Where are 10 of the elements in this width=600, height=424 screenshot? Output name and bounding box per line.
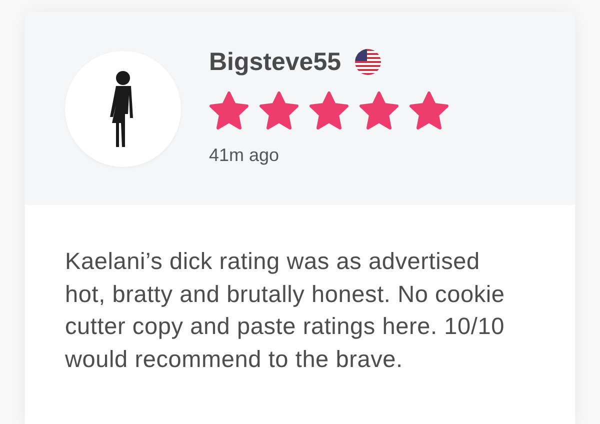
star-icon [209,90,249,130]
flag-icon [355,49,382,75]
star-icon [359,90,399,130]
review-time: 41m ago [209,144,280,166]
author-name: Bigsteve55 [209,48,342,76]
star-icon [259,90,299,130]
star-icon [309,90,349,130]
star-icon [409,90,449,130]
review-text: Kaelani’s dick rating was as advertised hot, bratty and brutally honest. No cookie cutter copy and paste ratings here. 10/10 would recommend to the brave. [65,247,506,374]
person-icon [110,70,136,146]
